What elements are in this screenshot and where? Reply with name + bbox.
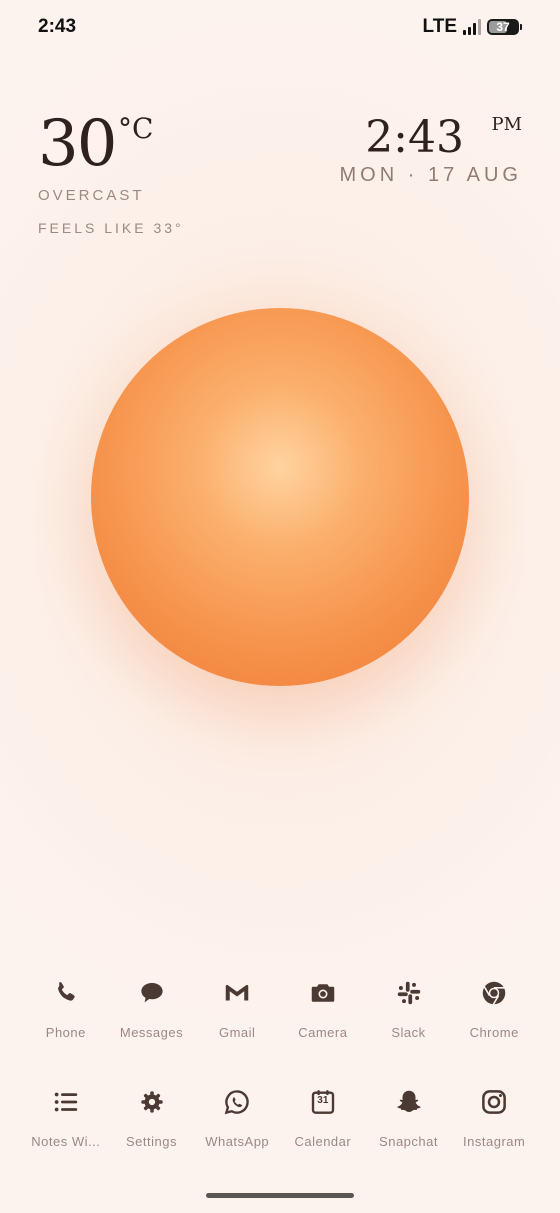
snapchat-icon	[391, 1084, 427, 1120]
feels-like: FEELS LIKE 33°	[38, 220, 184, 236]
app-camera[interactable]: Camera	[280, 975, 366, 1040]
app-instagram[interactable]: Instagram	[451, 1084, 537, 1149]
app-label: Gmail	[218, 1025, 256, 1040]
app-label: Slack	[391, 1025, 426, 1040]
chrome-icon	[476, 975, 512, 1011]
calendar-day: 31	[317, 1095, 329, 1106]
app-label: Camera	[298, 1025, 348, 1040]
home-indicator[interactable]	[206, 1193, 354, 1198]
status-indicators: LTE 37	[423, 16, 522, 38]
app-label: Snapchat	[379, 1134, 438, 1149]
messages-icon	[134, 975, 170, 1011]
app-label: Phone	[45, 1025, 86, 1040]
app-label: WhatsApp	[205, 1134, 270, 1149]
battery-icon: 37	[487, 19, 519, 35]
app-snapchat[interactable]: Snapchat	[366, 1084, 452, 1149]
app-phone[interactable]: Phone	[23, 975, 109, 1040]
whatsapp-icon	[219, 1084, 255, 1120]
app-row-1: Phone Messages Gmail Camera Slack Chrome	[23, 975, 537, 1040]
app-calendar[interactable]: 31 Calendar	[280, 1084, 366, 1149]
camera-icon	[305, 975, 341, 1011]
temperature: 30	[38, 107, 117, 181]
clock-date: MON · 17 AUG	[339, 164, 522, 186]
app-label: Messages	[119, 1025, 184, 1040]
signal-icon	[463, 19, 481, 35]
app-label: Instagram	[463, 1134, 526, 1149]
app-notes[interactable]: Notes Wi...	[23, 1084, 109, 1149]
app-settings[interactable]: Settings	[109, 1084, 195, 1149]
clock-ampm: PM	[491, 114, 522, 135]
sun-orb	[91, 308, 469, 686]
app-row-2: Notes Wi... Settings WhatsApp 31 Calenda…	[23, 1084, 537, 1149]
app-label: Chrome	[469, 1025, 519, 1040]
app-label: Notes Wi...	[31, 1134, 101, 1149]
gmail-icon	[219, 975, 255, 1011]
phone-icon	[48, 975, 84, 1011]
app-messages[interactable]: Messages	[109, 975, 195, 1040]
battery-tip	[520, 24, 522, 30]
notes-icon	[48, 1084, 84, 1120]
app-label: Settings	[126, 1134, 177, 1149]
app-gmail[interactable]: Gmail	[194, 975, 280, 1040]
status-bar: 2:43 LTE 37	[0, 0, 560, 54]
calendar-icon: 31	[305, 1084, 341, 1120]
instagram-icon	[476, 1084, 512, 1120]
network-type: LTE	[422, 16, 457, 37]
app-label: Calendar	[294, 1134, 352, 1149]
gear-icon	[134, 1084, 170, 1120]
app-slack[interactable]: Slack	[366, 975, 452, 1040]
weather-condition: OVERCAST	[38, 187, 145, 204]
temperature-unit: °C	[118, 112, 154, 145]
clock-time: 2:43	[365, 112, 464, 163]
status-time: 2:43	[38, 16, 77, 37]
app-chrome[interactable]: Chrome	[451, 975, 537, 1040]
battery-level: 37	[496, 20, 510, 34]
slack-icon	[391, 975, 427, 1011]
app-whatsapp[interactable]: WhatsApp	[194, 1084, 280, 1149]
